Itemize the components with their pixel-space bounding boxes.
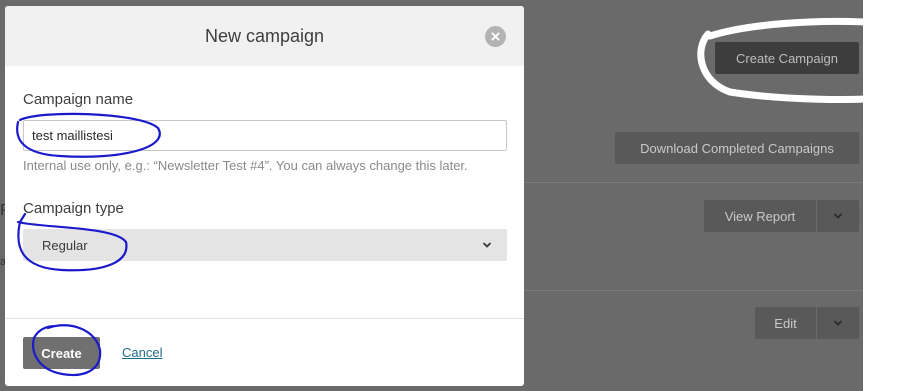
edit-dropdown-toggle[interactable] [817,307,859,339]
download-completed-campaigns-button[interactable]: Download Completed Campaigns [615,132,859,164]
edit-button[interactable]: Edit [755,307,816,339]
cancel-link[interactable]: Cancel [122,345,162,360]
close-icon [491,32,500,41]
dialog-header: New campaign [5,6,524,66]
view-report-button[interactable]: View Report [704,200,816,232]
chevron-down-icon [833,320,843,326]
campaign-type-label: Campaign type [23,200,124,217]
new-campaign-dialog: New campaign Campaign name Internal use … [5,6,524,386]
view-report-split-button: View Report [704,200,859,232]
campaign-type-select[interactable]: Regular [23,229,507,261]
campaign-name-input[interactable] [23,120,507,151]
campaign-name-label: Campaign name [23,91,134,108]
footer-divider [5,318,524,319]
campaign-name-help-text: Internal use only, e.g.: “Newsletter Tes… [23,158,468,173]
create-button[interactable]: Create [23,337,100,369]
chevron-down-icon [833,213,843,219]
edit-split-button: Edit [755,307,859,339]
divider [524,290,863,291]
create-campaign-button[interactable]: Create Campaign [715,42,859,74]
close-button[interactable] [485,26,506,47]
chevron-down-icon [482,242,492,248]
campaign-type-selected-value: Regular [42,237,88,253]
view-report-dropdown-toggle[interactable] [817,200,859,232]
divider [524,182,863,183]
dialog-title: New campaign [204,25,325,46]
